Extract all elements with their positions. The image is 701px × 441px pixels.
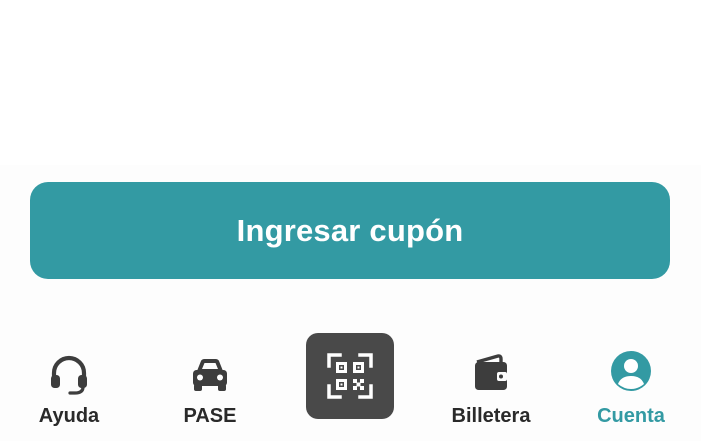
content-area bbox=[0, 0, 701, 165]
nav-item-billetera[interactable]: Billetera bbox=[431, 326, 551, 441]
nav-item-ayuda[interactable]: Ayuda bbox=[9, 326, 129, 441]
nav-label-ayuda: Ayuda bbox=[38, 405, 100, 427]
enter-coupon-button[interactable]: Ingresar cupón bbox=[30, 182, 670, 279]
qr-scan-icon bbox=[327, 353, 373, 399]
account-icon bbox=[611, 351, 651, 391]
nav-label-billetera: Billetera bbox=[451, 405, 531, 427]
scan-qr-button[interactable] bbox=[306, 333, 394, 419]
enter-coupon-label: Ingresar cupón bbox=[236, 212, 464, 248]
bottom-navigation: Ayuda PASE Billetera Cuenta bbox=[0, 326, 701, 441]
wallet-icon bbox=[475, 354, 507, 390]
nav-item-pase[interactable]: PASE bbox=[150, 326, 270, 441]
headset-icon bbox=[51, 355, 87, 395]
car-icon bbox=[193, 359, 227, 391]
nav-item-cuenta[interactable]: Cuenta bbox=[571, 326, 691, 441]
nav-label-cuenta: Cuenta bbox=[597, 405, 665, 427]
nav-label-pase: PASE bbox=[183, 405, 237, 427]
